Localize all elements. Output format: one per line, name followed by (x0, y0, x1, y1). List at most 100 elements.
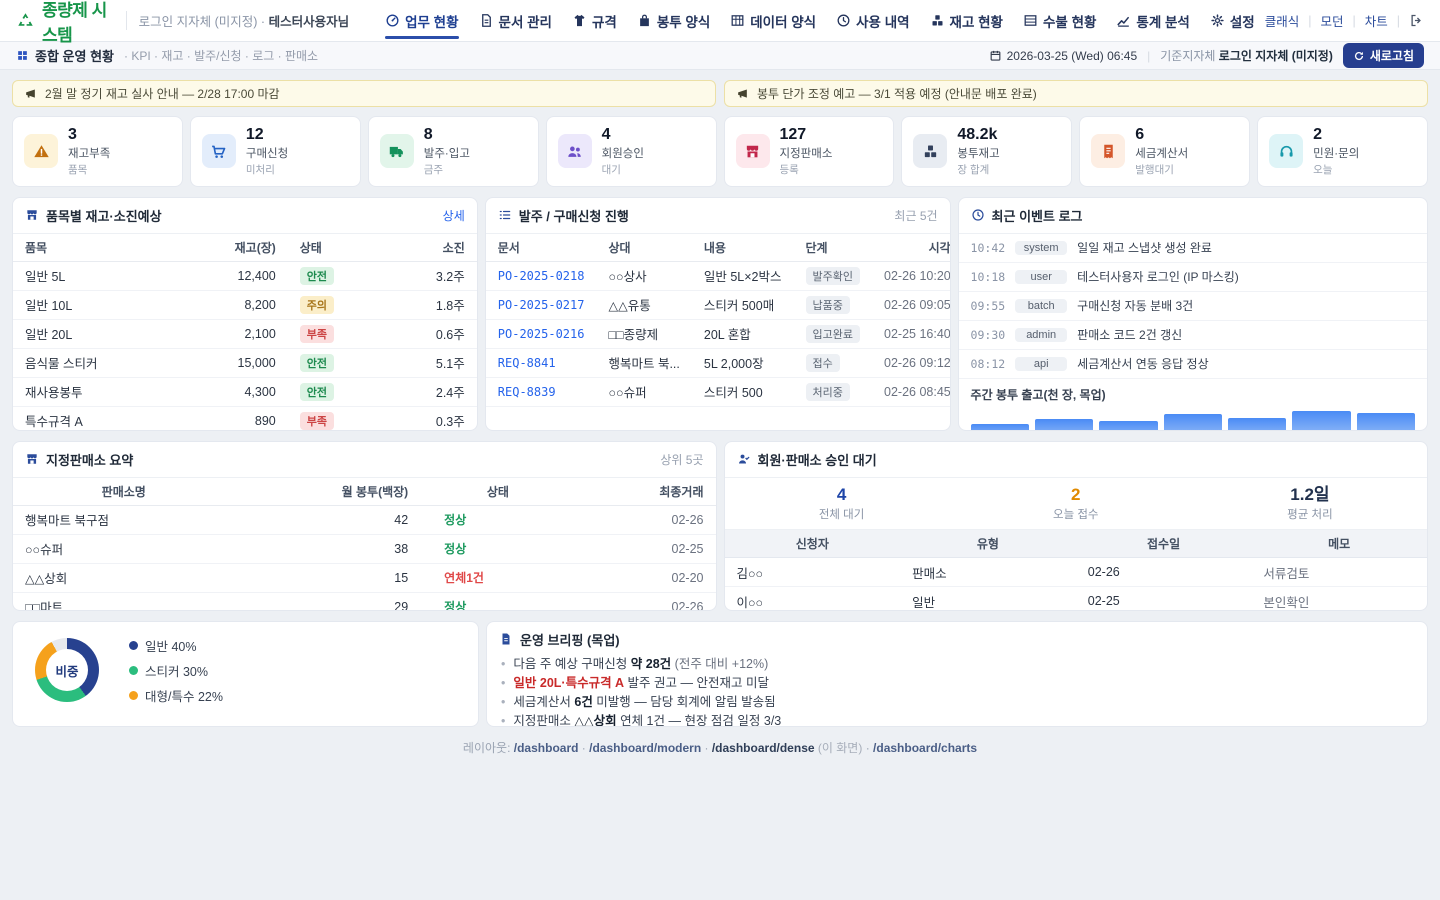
refresh-button[interactable]: 새로고침 (1343, 43, 1424, 68)
warning-icon (24, 134, 58, 168)
kpi-sublabel: 오늘 (1313, 162, 1359, 177)
nav-item-stats[interactable]: 통계 분석 (1116, 0, 1189, 42)
briefing-bullets: •다음 주 예상 구매신청 약 28건 (전주 대비 +12%)•일반 20L·… (487, 653, 1427, 727)
shirt-icon (572, 13, 587, 28)
kpi-card-봉투재고[interactable]: 48.2k봉투재고장 합계 (901, 116, 1072, 187)
kpi-value: 6 (1135, 126, 1188, 144)
notice-row: 2월 말 정기 재고 실사 안내 — 2/28 17:00 마감봉투 단가 조정… (12, 80, 1428, 107)
store-icon (25, 452, 39, 466)
megaphone-icon (736, 87, 749, 100)
inventory-row: 음식물 스티커15,000안전5.1주 (13, 348, 477, 377)
nav-item-doc-manage[interactable]: 문서 관리 (479, 0, 552, 42)
main-nav: 업무 현황 문서 관리 규격 봉투 양식 데이터 양식 사용 내역 재고 현황 수불 현황 통계… (375, 0, 1265, 42)
layout-link-0[interactable]: 클래식 (1265, 11, 1300, 30)
kpi-sublabel: 금주 (424, 162, 470, 177)
layout-link-2[interactable]: 차트 (1365, 11, 1388, 30)
doc-link[interactable]: PO-2025-0216 (498, 327, 585, 341)
bar-일 (1357, 413, 1415, 431)
stage-badge: 접수 (806, 354, 840, 372)
stores-panel-header: 지정판매소 요약 상위 5곳 (13, 442, 716, 478)
nav-right-links: 클래식|모던|차트| (1265, 11, 1424, 30)
footer-link[interactable]: /dashboard/modern (589, 741, 701, 755)
event-tag: admin (1015, 328, 1067, 342)
footer-link[interactable]: /dashboard/dense (712, 741, 815, 755)
store-row: ○○슈퍼38정상02-25 (13, 534, 716, 563)
donut-chart: 비중 (35, 638, 99, 702)
briefing-bullet: •세금계산서 6건 미발행 — 담당 회계에 알림 발송됨 (501, 693, 1413, 712)
kpi-card-발주·입고[interactable]: 8발주·입고금주 (368, 116, 539, 187)
nav-item-bag-form[interactable]: 봉투 양식 (637, 0, 710, 42)
kpi-label: 회원승인 (602, 145, 644, 161)
megaphone-icon (24, 87, 37, 100)
approval-stat: 1.2일평균 처리 (1193, 485, 1427, 523)
store-row: □□마트29정상02-26 (13, 592, 716, 611)
kpi-sublabel: 장 합계 (957, 162, 999, 177)
briefing-bullet: •지정판매소 △△상회 연체 1건 — 현장 점검 일정 3/3 (501, 712, 1413, 727)
inventory-row: 재사용봉투4,300안전2.4주 (13, 377, 477, 406)
store-row: 행복마트 북구점42정상02-26 (13, 505, 716, 534)
inventory-panel-header: 품목별 재고·소진예상 상세 (13, 198, 477, 234)
footer-link[interactable]: /dashboard/charts (873, 741, 977, 755)
nav-item-spec[interactable]: 규격 (572, 0, 617, 42)
doc-link[interactable]: PO-2025-0217 (498, 298, 585, 312)
briefing-panel: 운영 브리핑 (목업) •다음 주 예상 구매신청 약 28건 (전주 대비 +… (486, 621, 1428, 727)
inventory-detail-link[interactable]: 상세 (443, 207, 465, 224)
login-jurisdiction: 로그인 지자체 (미지정) · (139, 15, 265, 29)
logout-icon[interactable] (1409, 13, 1424, 28)
kpi-card-세금계산서[interactable]: 6세금계산서발행대기 (1079, 116, 1250, 187)
store-status: 정상 (444, 513, 466, 527)
approval-stats: 4전체 대기2오늘 접수1.2일평균 처리 (725, 478, 1428, 531)
kpi-label: 지정판매소 (780, 145, 833, 161)
truck-icon (380, 134, 414, 168)
status-badge: 주의 (300, 296, 334, 314)
kpi-card-재고부족[interactable]: 3재고부족품목 (12, 116, 183, 187)
kpi-row: 3재고부족품목12구매신청미처리8발주·입고금주4회원승인대기127지정판매소등… (12, 116, 1428, 187)
breadcrumb-trail: · KPI · 재고 · 발주/신청 · 로그 · 판매소 (124, 47, 318, 64)
basis-jurisdiction: 기준지자체 로그인 지자체 (미지정) (1160, 47, 1333, 64)
stage-badge: 납품중 (806, 296, 850, 314)
user-check-icon (737, 452, 751, 466)
panel-row-main: 품목별 재고·소진예상 상세 품목 재고(장) 상태 소진 일반 5L12,40… (12, 197, 1428, 431)
layout-link-1[interactable]: 모던 (1320, 11, 1343, 30)
legend-item: 대형/특수 22% (129, 686, 223, 705)
nav-item-ledger[interactable]: 수불 현황 (1023, 0, 1096, 42)
kpi-card-민원·문의[interactable]: 2민원·문의오늘 (1257, 116, 1428, 187)
event-tag: batch (1015, 299, 1067, 313)
storefront-icon (25, 208, 39, 222)
nav-item-usage[interactable]: 사용 내역 (836, 0, 909, 42)
panel-row-bottom: 비중 일반 40%스티커 30%대형/특수 22% 운영 브리핑 (목업) •다… (12, 621, 1428, 727)
kpi-label: 구매신청 (246, 145, 288, 161)
kpi-card-회원승인[interactable]: 4회원승인대기 (546, 116, 717, 187)
order-row: REQ-8841행복마트 북...5L 2,000장접수02-26 09:12 (486, 348, 951, 377)
donut-legend: 일반 40%스티커 30%대형/특수 22% (129, 636, 223, 705)
stage-badge: 입고완료 (806, 325, 860, 343)
kpi-sublabel: 대기 (602, 162, 644, 177)
legend-item: 일반 40% (129, 636, 223, 655)
nav-item-data-form[interactable]: 데이터 양식 (730, 0, 816, 42)
nav-item-work-status[interactable]: 업무 현황 (385, 0, 458, 42)
footer-link[interactable]: /dashboard (514, 741, 579, 755)
kpi-card-구매신청[interactable]: 12구매신청미처리 (190, 116, 361, 187)
doc-link[interactable]: PO-2025-0218 (498, 269, 585, 283)
history-icon (836, 13, 851, 28)
subheader: 종합 운영 현황 · KPI · 재고 · 발주/신청 · 로그 · 판매소 2… (0, 42, 1440, 70)
doc-link[interactable]: REQ-8839 (498, 385, 556, 399)
status-badge: 부족 (300, 412, 334, 430)
inventory-row: 일반 10L8,200주의1.8주 (13, 290, 477, 319)
status-badge: 안전 (300, 354, 334, 372)
kpi-value: 8 (424, 126, 470, 144)
datetime: 2026-03-25 (Wed) 06:45 (989, 49, 1138, 63)
event-log-row: 08:12api세금계산서 연동 응답 정상 (959, 350, 1427, 379)
notice-banner-0: 2월 말 정기 재고 실사 안내 — 2/28 17:00 마감 (12, 80, 716, 107)
nav-item-stock[interactable]: 재고 현황 (930, 0, 1003, 42)
nav-item-settings[interactable]: 설정 (1210, 0, 1255, 42)
doc-link[interactable]: REQ-8841 (498, 356, 556, 370)
calendar-icon (989, 49, 1002, 62)
rows-icon (1023, 13, 1038, 28)
bar-목 (1164, 414, 1222, 431)
brand[interactable]: 종량제 시스템 (16, 0, 114, 46)
inventory-row: 일반 20L2,100부족0.6주 (13, 319, 477, 348)
breadcrumb: 종합 운영 현황 · KPI · 재고 · 발주/신청 · 로그 · 판매소 (16, 46, 318, 65)
kpi-card-지정판매소[interactable]: 127지정판매소등록 (724, 116, 895, 187)
share-donut-panel: 비중 일반 40%스티커 30%대형/특수 22% (12, 621, 479, 727)
